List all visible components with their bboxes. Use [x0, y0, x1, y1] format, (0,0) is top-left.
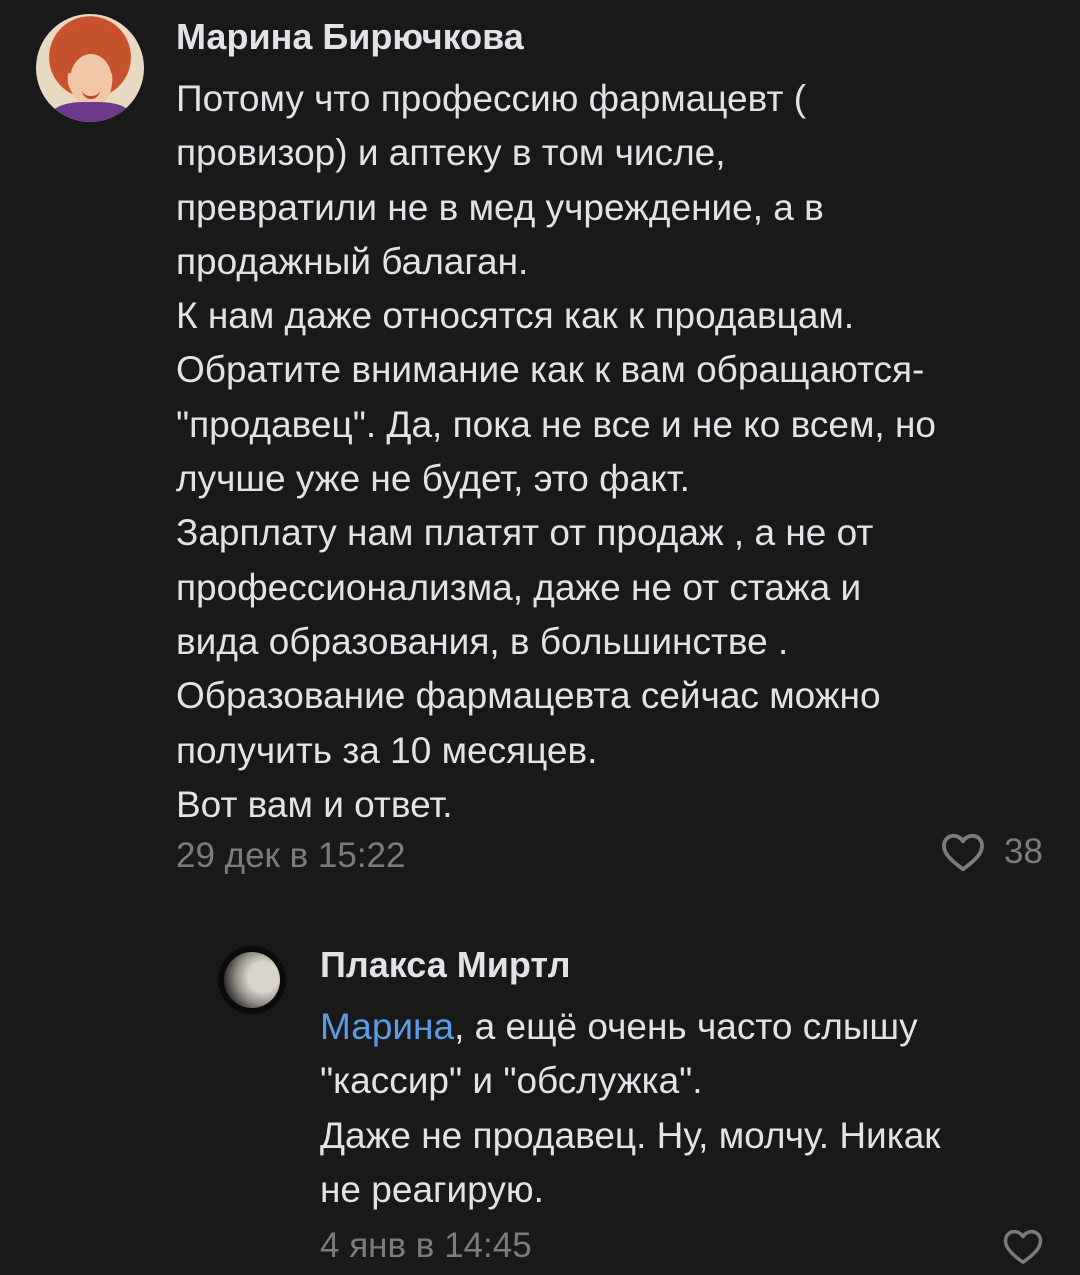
comment-date: 4 янв в 14:45 — [320, 1226, 532, 1265]
mention-link[interactable]: Марина — [320, 1006, 454, 1047]
like-button[interactable] — [1002, 1228, 1044, 1265]
avatar-shirt — [52, 102, 130, 122]
comment-text: Марина, а ещё очень часто слышу "кассир"… — [320, 1000, 1050, 1217]
heart-outline-icon — [940, 832, 986, 872]
comment-author[interactable]: Плакса Миртл — [320, 944, 570, 986]
avatar[interactable] — [36, 14, 144, 122]
comment-date: 29 дек в 15:22 — [176, 836, 406, 875]
heart-outline-icon — [1002, 1228, 1044, 1265]
like-count: 38 — [1004, 832, 1043, 871]
like-button[interactable]: 38 — [940, 832, 1043, 872]
comment-author[interactable]: Марина Бирючкова — [176, 16, 524, 58]
avatar-moon — [224, 952, 280, 1008]
comment-text: Потому что профессию фармацевт ( провизо… — [176, 78, 936, 825]
avatar[interactable] — [218, 946, 286, 1014]
